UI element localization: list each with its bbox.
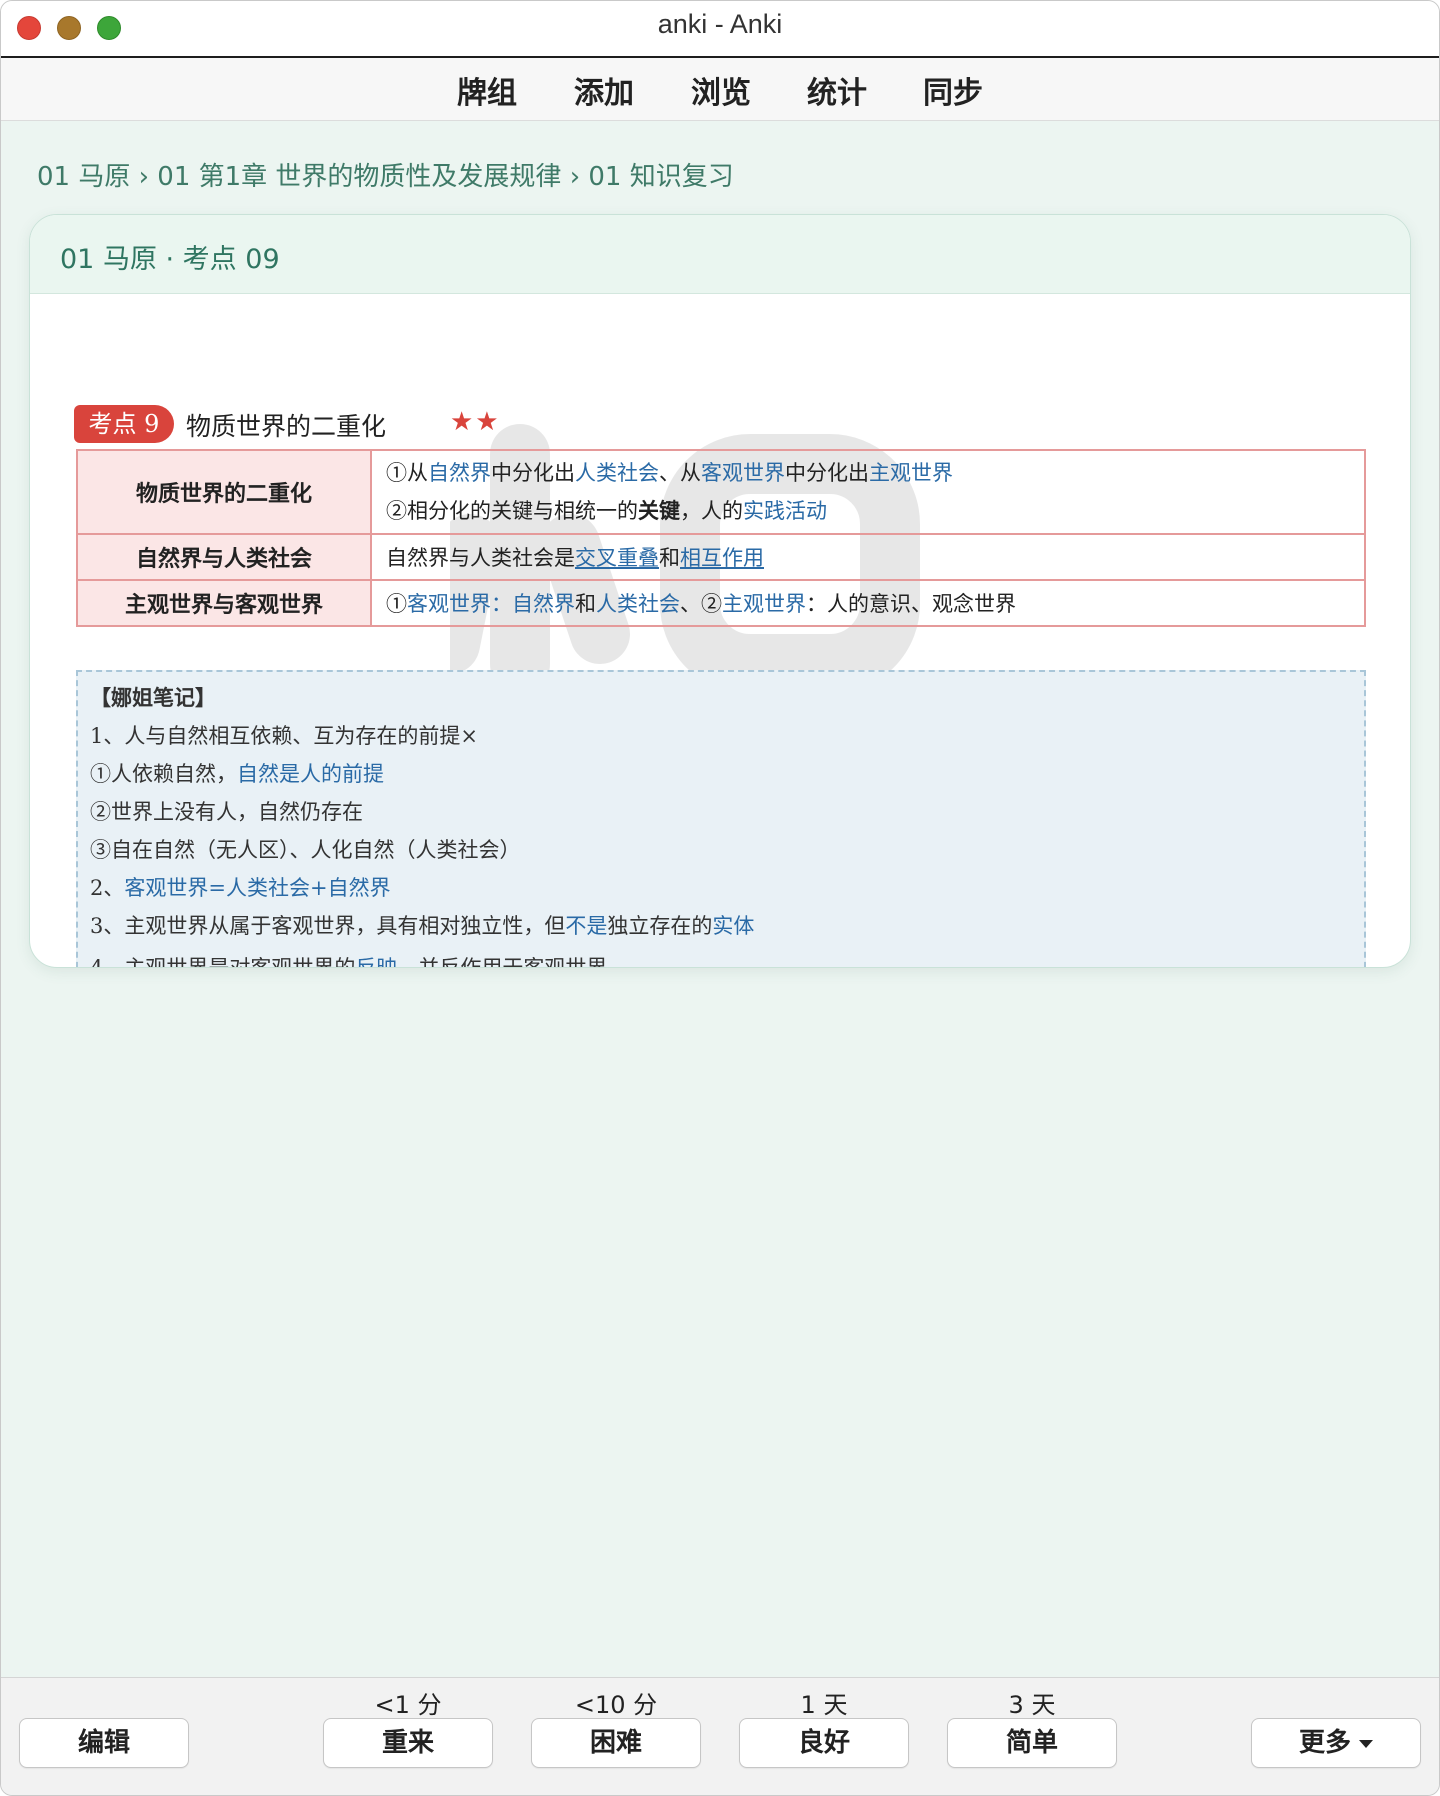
row-content-line: ②相分化的关键与相统一的关键，人的实践活动 [386,492,1350,530]
row-label: 主观世界与客观世界 [76,579,372,627]
toolbar-stats[interactable]: 统计 [807,68,867,112]
table-row: 主观世界与客观世界 ①客观世界：自然界和人类社会、②主观世界：人的意识、观念世界 [76,579,1366,627]
table-row: 自然界与人类社会 自然界与人类社会是交叉重叠和相互作用 [76,533,1366,581]
text-run: 2、 [90,876,125,900]
note-line: 3、主观世界从属于客观世界，具有相对独立性，但不是独立存在的实体 [90,910,754,940]
note-line: ③自在自然（无人区）、人化自然（人类社会） [90,838,521,862]
text-run: ① [386,592,407,616]
keyword: 人类社会 [596,592,680,616]
row-label: 物质世界的二重化 [76,449,372,535]
toolbar-add[interactable]: 添加 [574,68,634,112]
text-run: 、从 [659,460,701,485]
more-button[interactable]: 更多 [1251,1718,1421,1768]
title-bar: anki - Anki [1,1,1439,58]
note-line: ①人依赖自然，自然是人的前提 [90,758,384,788]
card-title: 01 马原 · 考点 09 [60,244,280,275]
text-run: ①人依赖自然， [90,762,237,786]
text-run: ：人的意识、观念世界 [806,592,1016,616]
note-line: 1、人与自然相互依赖、互为存在的前提× [90,724,478,748]
review-card: 01 马原 · 考点 09 考点 9 物质世界的二重化 ★★ 物质世界的二重化 … [29,214,1411,968]
text-run: 4、主观世界是对客观世界的 [90,956,356,968]
keyword: 自然界 [428,460,491,485]
text-run: 3、主观世界从属于客观世界，具有相对独立性，但 [90,914,566,938]
breadcrumb: 01 马原 › 01 第1章 世界的物质性及发展规律 › 01 知识复习 [37,162,734,192]
keyword: 反映 [355,956,398,968]
toolbar-browse[interactable]: 浏览 [691,68,751,112]
keyword: 主观世界 [869,460,953,485]
again-interval: <1 分 [374,1691,442,1719]
card-body: 考点 9 物质世界的二重化 ★★ 物质世界的二重化 ①从自然界中分化出人类社会、… [30,294,1410,967]
keyword: 自然是人的前提 [237,762,384,786]
easy-button[interactable]: 简单 [947,1718,1117,1768]
notes-heading: 【娜姐笔记】 [90,685,216,710]
keyword: 交叉重叠 [575,546,659,570]
window-title: anki - Anki [657,9,783,39]
importance-stars: ★★ [450,407,501,437]
keyword: 实践活动 [743,498,827,523]
text-run: 、② [680,592,722,616]
text-run: 自然界与人类社会是 [386,546,575,570]
note-line: ②世界上没有人，自然仍存在 [90,800,363,824]
hard-button[interactable]: 困难 [531,1718,701,1768]
row-label: 自然界与人类社会 [76,533,372,581]
row-content: ①客观世界：自然界和人类社会、②主观世界：人的意识、观念世界 [370,579,1366,627]
good-button[interactable]: 良好 [739,1718,909,1768]
review-bottom-bar: 编辑 <1 分 重来 <10 分 困难 1 天 良好 3 天 简单 更多 [1,1677,1439,1795]
notes-box: 【娜姐笔记】 1、人与自然相互依赖、互为存在的前提× ①人依赖自然，自然是人的前… [76,670,1366,968]
keyword: 不是 [565,914,608,938]
anki-window: anki - Anki 牌组 添加 浏览 统计 同步 01 马原 › 01 第1… [0,0,1440,1796]
main-toolbar: 牌组 添加 浏览 统计 同步 [1,58,1439,121]
table-row: 物质世界的二重化 ①从自然界中分化出人类社会、从客观世界中分化出主观世界 ②相分… [76,449,1366,535]
text-run: 和 [659,546,680,570]
text-run: ，人的 [680,498,743,523]
text-run: 和 [575,592,596,616]
toolbar-decks[interactable]: 牌组 [457,68,517,112]
easy-interval: 3 天 [1008,1691,1056,1719]
text-run: ②相分化的关键与相统一的 [386,498,638,523]
keyword: 客观世界：自然界 [407,592,575,616]
chevron-down-icon [1359,1739,1373,1748]
keyword: 客观世界=人类社会+自然界 [124,876,391,900]
knowledge-point-title: 物质世界的二重化 [186,412,387,441]
text-run: ，并反作用于客观世界 [397,956,608,968]
row-content: 自然界与人类社会是交叉重叠和相互作用 [370,533,1366,581]
again-button[interactable]: 重来 [323,1718,493,1768]
text-run: 中分化出 [491,460,575,485]
knowledge-point-badge: 考点 9 [74,405,174,443]
hard-interval: <10 分 [574,1691,658,1719]
row-content-line: ①从自然界中分化出人类社会、从客观世界中分化出主观世界 [386,455,1350,492]
bold-keyword: 关键 [638,497,680,523]
keyword: 实体 [712,914,755,938]
text-run: ①从 [386,460,428,485]
toolbar-sync[interactable]: 同步 [923,68,983,112]
more-label: 更多 [1298,1728,1351,1758]
text-run: 独立存在的 [607,914,713,938]
good-interval: 1 天 [800,1691,848,1719]
keyword: 人类社会 [575,460,659,485]
row-content: ①从自然界中分化出人类社会、从客观世界中分化出主观世界 ②相分化的关键与相统一的… [370,449,1366,535]
keyword: 客观世界 [701,460,785,485]
keyword: 相互作用 [680,546,764,570]
text-run: 中分化出 [785,460,869,485]
note-line: 2、客观世界=人类社会+自然界 [90,872,391,902]
note-line: 4、主观世界是对客观世界的反映，并反作用于客观世界 [90,952,608,968]
knowledge-table: 物质世界的二重化 ①从自然界中分化出人类社会、从客观世界中分化出主观世界 ②相分… [76,449,1366,627]
card-header: 01 马原 · 考点 09 [30,215,1410,294]
keyword: 主观世界 [722,592,806,616]
edit-button[interactable]: 编辑 [19,1718,189,1768]
